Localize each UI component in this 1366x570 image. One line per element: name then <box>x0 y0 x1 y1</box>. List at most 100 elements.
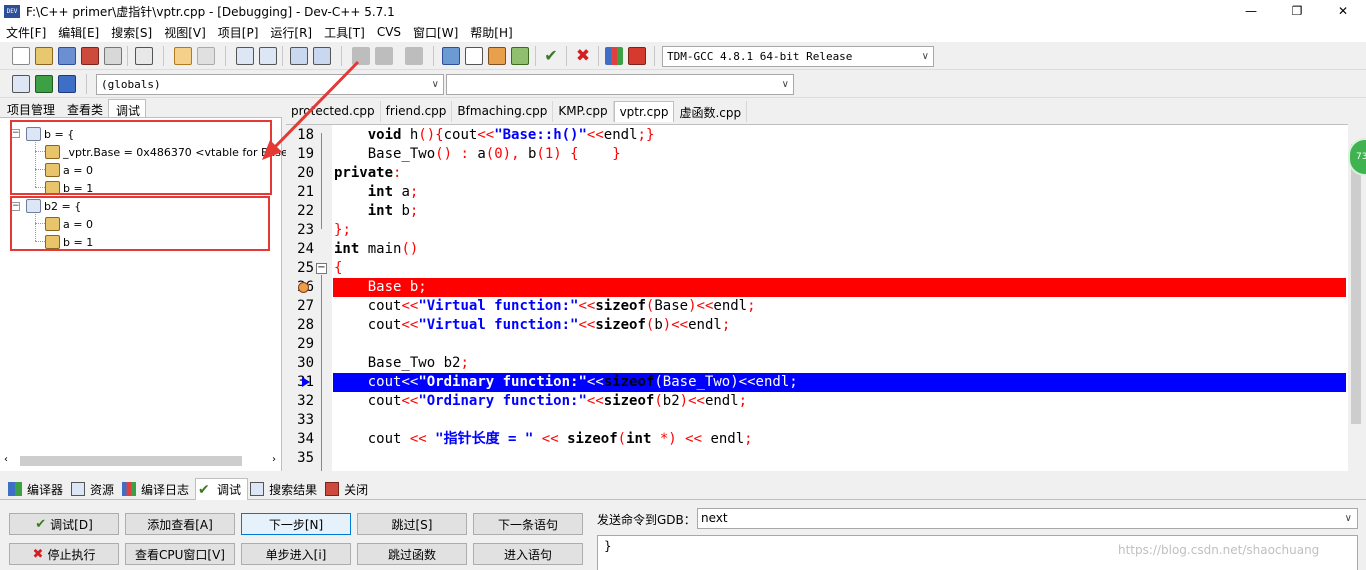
save-icon[interactable] <box>58 47 76 65</box>
line-number[interactable]: 23 <box>290 221 314 240</box>
gdb-command-input[interactable]: next ∨ <box>697 508 1358 529</box>
tab-compiler[interactable]: 编译器 <box>6 478 69 500</box>
code-line[interactable]: 24 int main() <box>286 240 1346 259</box>
code-line[interactable]: 19 Base_Two() : a(0), b(1) { } <box>286 145 1346 164</box>
toggle-bookmark-icon[interactable] <box>405 47 423 65</box>
code-line[interactable]: 20 private: <box>286 164 1346 183</box>
replace-icon[interactable] <box>259 47 277 65</box>
add-watch-button[interactable]: 添加查看[A] <box>125 513 235 535</box>
skip-button[interactable]: 跳过[S] <box>357 513 467 535</box>
line-number[interactable]: 35 <box>290 449 314 468</box>
editor-vscrollbar[interactable] <box>1348 124 1364 471</box>
cpu-window-button[interactable]: 查看CPU窗口[V] <box>125 543 235 565</box>
menu-view[interactable]: 视图[V] <box>164 24 206 41</box>
debug-button[interactable]: ✔ 调试[D] <box>9 513 119 535</box>
minimize-button[interactable]: — <box>1228 0 1274 22</box>
step-into-button[interactable]: 单步进入[i] <box>241 543 351 565</box>
close-file-icon[interactable] <box>104 47 122 65</box>
editor-tab[interactable]: KMP.cpp <box>553 101 614 122</box>
menu-cvs[interactable]: CVS <box>377 25 401 39</box>
line-number[interactable]: 30 <box>290 354 314 373</box>
line-number[interactable]: 24 <box>290 240 314 259</box>
next-bookmark-icon[interactable] <box>375 47 393 65</box>
line-number[interactable]: 32 <box>290 392 314 411</box>
compiler-select[interactable]: TDM-GCC 4.8.1 64-bit Release ∨ <box>662 46 934 67</box>
redo-icon[interactable] <box>197 47 215 65</box>
tab-debug[interactable]: 调试 <box>108 99 147 118</box>
line-number[interactable]: 22 <box>290 202 314 221</box>
compile-run-icon[interactable] <box>488 47 506 65</box>
editor-tab-active[interactable]: vptr.cpp <box>613 101 675 122</box>
toggle-sidebar-icon[interactable] <box>58 75 76 93</box>
code-line[interactable]: 34 cout << "指针长度 = " << sizeof(int *) <<… <box>286 430 1346 449</box>
line-number[interactable]: 21 <box>290 183 314 202</box>
tab-resources[interactable]: 资源 <box>69 478 120 500</box>
editor-tab[interactable]: 虚函数.cpp <box>674 101 748 122</box>
new-file-icon[interactable] <box>12 47 30 65</box>
line-number[interactable]: 33 <box>290 411 314 430</box>
code-line[interactable]: 35 <box>286 449 1346 468</box>
tab-search-results[interactable]: 搜索结果 <box>248 478 323 500</box>
menu-tools[interactable]: 工具[T] <box>324 24 365 41</box>
save-all-icon[interactable] <box>81 47 99 65</box>
undo-icon[interactable] <box>174 47 192 65</box>
watch-hscrollbar[interactable]: ‹ › <box>4 454 276 468</box>
into-statement-button[interactable]: 进入语句 <box>473 543 583 565</box>
editor-tab[interactable]: protected.cpp <box>286 101 381 122</box>
line-number[interactable]: 18 <box>290 126 314 145</box>
tab-compile-log[interactable]: 编译日志 <box>120 478 195 500</box>
line-number[interactable]: 19 <box>290 145 314 164</box>
skip-function-button[interactable]: 跳过函数 <box>357 543 467 565</box>
code-line[interactable]: 18 void h(){cout<<"Base::h()"<<endl;} <box>286 126 1346 145</box>
code-line[interactable]: 27 cout<<"Virtual function:"<<sizeof(Bas… <box>286 297 1346 316</box>
profile-icon[interactable] <box>605 47 623 65</box>
line-number[interactable]: 25 <box>290 259 314 278</box>
open-file-icon[interactable] <box>35 47 53 65</box>
line-number[interactable]: 20 <box>290 164 314 183</box>
line-number[interactable]: 27 <box>290 297 314 316</box>
tab-debug-bottom[interactable]: ✔ 调试 <box>195 478 249 500</box>
stop-icon[interactable]: ✖ <box>574 47 592 65</box>
code-line[interactable]: 31 cout<<"Ordinary function:"<<sizeof(Ba… <box>286 373 1346 392</box>
maximize-button[interactable]: ❐ <box>1274 0 1320 22</box>
menu-help[interactable]: 帮助[H] <box>470 24 512 41</box>
line-number[interactable]: 34 <box>290 430 314 449</box>
next-statement-button[interactable]: 下一条语句 <box>473 513 583 535</box>
line-number[interactable]: 29 <box>290 335 314 354</box>
breakpoint-icon[interactable] <box>298 282 309 293</box>
insert-icon[interactable] <box>35 75 53 93</box>
menu-edit[interactable]: 编辑[E] <box>58 24 99 41</box>
goto-line-icon[interactable] <box>290 47 308 65</box>
chevron-down-icon[interactable]: ∨ <box>1345 509 1352 528</box>
code-line[interactable]: 25 { <box>286 259 1346 278</box>
find-icon[interactable] <box>236 47 254 65</box>
prev-bookmark-icon[interactable] <box>352 47 370 65</box>
indent-icon[interactable] <box>313 47 331 65</box>
code-line[interactable]: 22 int b; <box>286 202 1346 221</box>
menu-run[interactable]: 运行[R] <box>270 24 312 41</box>
stop-execution-button[interactable]: ✖ 停止执行 <box>9 543 119 565</box>
editor-tab[interactable]: Bfmaching.cpp <box>452 101 554 122</box>
next-step-button[interactable]: 下一步[N] <box>241 513 351 535</box>
new-class-icon[interactable] <box>12 75 30 93</box>
member-select[interactable]: ∨ <box>446 74 794 95</box>
print-icon[interactable] <box>135 47 153 65</box>
tab-project[interactable]: 项目管理 <box>0 99 60 117</box>
code-line[interactable]: 33 <box>286 411 1346 430</box>
code-line[interactable]: 21 int a; <box>286 183 1346 202</box>
editor-tab[interactable]: friend.cpp <box>381 101 453 122</box>
delete-profile-icon[interactable] <box>628 47 646 65</box>
rebuild-icon[interactable] <box>511 47 529 65</box>
line-number[interactable]: 28 <box>290 316 314 335</box>
run-icon[interactable] <box>465 47 483 65</box>
code-line[interactable]: 28 cout<<"Virtual function:"<<sizeof(b)<… <box>286 316 1346 335</box>
check-icon[interactable]: ✔ <box>542 47 560 65</box>
code-editor[interactable]: − 18 void h(){cout<<"Base::h()"<<endl;} 1… <box>286 124 1348 471</box>
code-line[interactable]: 26 Base b; <box>286 278 1346 297</box>
code-line[interactable]: 29 <box>286 335 1346 354</box>
code-line[interactable]: 30 Base_Two b2; <box>286 354 1346 373</box>
close-button[interactable]: ✕ <box>1320 0 1366 22</box>
menu-file[interactable]: 文件[F] <box>6 24 46 41</box>
menu-project[interactable]: 项目[P] <box>218 24 259 41</box>
tab-classes[interactable]: 查看类 <box>60 99 108 117</box>
